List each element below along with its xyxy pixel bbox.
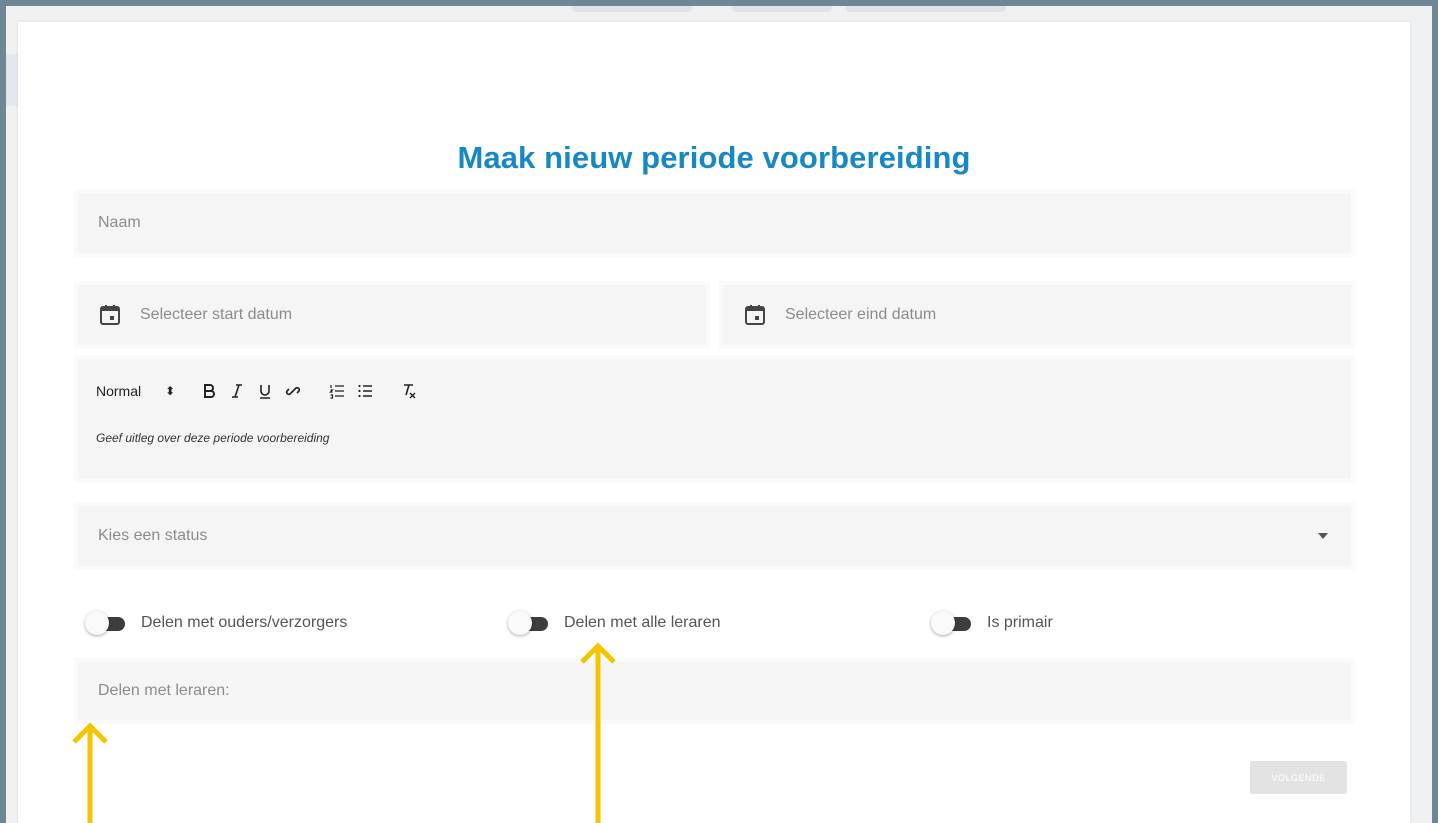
- background-tab: [732, 6, 832, 12]
- end-date-field[interactable]: [723, 285, 1351, 345]
- share-all-teachers-switch[interactable]: [508, 610, 548, 636]
- underline-button[interactable]: [253, 379, 277, 403]
- status-placeholder: Kies een status: [98, 527, 208, 544]
- share-teachers-field[interactable]: Delen met leraren:: [78, 662, 1351, 720]
- share-all-teachers-label: Delen met alle leraren: [564, 614, 721, 631]
- ordered-list-button[interactable]: [325, 379, 349, 403]
- clear-format-button[interactable]: [397, 379, 421, 403]
- annotation-arrow: [72, 722, 108, 823]
- clear-format-icon: [404, 384, 416, 399]
- background-tab: [572, 6, 692, 12]
- calendar-icon: [745, 305, 765, 325]
- underline-icon: [260, 385, 271, 399]
- link-icon: [286, 386, 301, 396]
- bullet-list-button[interactable]: [353, 379, 377, 403]
- next-button[interactable]: VOLGENDE: [1250, 761, 1347, 794]
- toggle-share-all-teachers: Delen met alle leraren: [508, 610, 721, 636]
- name-field[interactable]: [78, 193, 1351, 253]
- italic-button[interactable]: [225, 379, 249, 403]
- bullet-list-icon: [358, 384, 373, 398]
- calendar-icon: [100, 305, 120, 325]
- dialog-title: Maak nieuw periode voorbereiding: [457, 140, 971, 175]
- italic-icon: [232, 384, 243, 398]
- format-select[interactable]: Normal: [96, 383, 141, 399]
- start-date-input[interactable]: [140, 285, 706, 345]
- is-primary-switch[interactable]: [931, 610, 971, 636]
- share-teachers-label: Delen met leraren:: [98, 682, 230, 699]
- editor-placeholder[interactable]: Geef uitleg over deze periode voorbereid…: [96, 431, 329, 445]
- toggle-share-parents: Delen met ouders/verzorgers: [85, 610, 347, 636]
- end-date-input[interactable]: [785, 285, 1351, 345]
- bold-icon: [204, 384, 216, 398]
- format-select-arrows-icon[interactable]: ⬍: [165, 384, 175, 398]
- bold-button[interactable]: [197, 379, 221, 403]
- is-primary-label: Is primair: [987, 614, 1053, 631]
- editor-toolbar: Normal ⬍: [96, 379, 425, 403]
- share-parents-label: Delen met ouders/verzorgers: [141, 614, 348, 631]
- switch-knob: [508, 611, 532, 635]
- share-parents-switch[interactable]: [85, 610, 125, 636]
- background-tab: [846, 6, 1006, 12]
- description-editor[interactable]: Normal ⬍ Geef uitleg over deze periode v…: [78, 359, 1351, 479]
- caret-down-icon: [1318, 533, 1328, 539]
- annotation-arrow: [580, 642, 616, 823]
- start-date-field[interactable]: [78, 285, 706, 345]
- switch-knob: [931, 611, 955, 635]
- link-button[interactable]: [281, 379, 305, 403]
- create-period-dialog: Maak nieuw periode voorbereiding Normal …: [18, 22, 1410, 823]
- switch-knob: [85, 611, 109, 635]
- name-input[interactable]: [78, 193, 1351, 253]
- status-select[interactable]: Kies een status: [78, 506, 1351, 566]
- toggle-is-primary: Is primair: [931, 610, 1053, 636]
- ordered-list-icon: [329, 385, 345, 399]
